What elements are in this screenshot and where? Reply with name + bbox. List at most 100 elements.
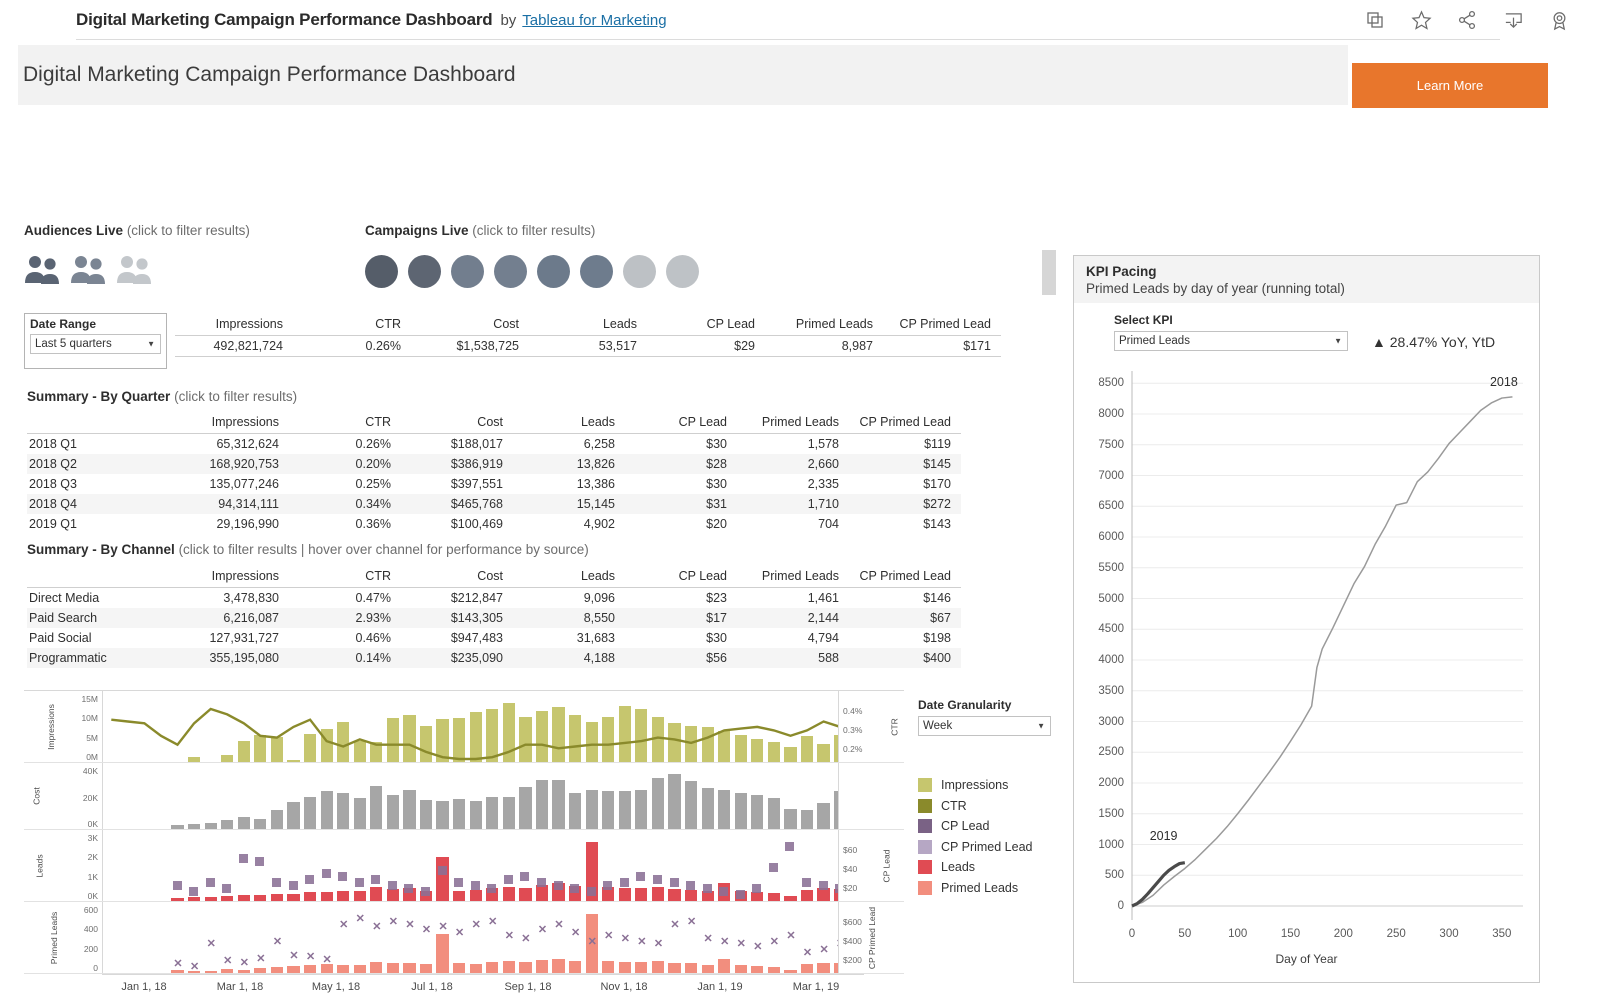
- campaign-circle[interactable]: [408, 255, 441, 288]
- timeseries-panel-primedleads-cpprimed: Primed Leads 0 200 400 600 ✕ ✕ ✕ ✕ ✕ ✕ ✕ ✕ ✕ ✕ ✕ ✕ ✕ ✕ ✕ ✕ ✕ ✕…: [24, 902, 904, 974]
- learn-more-button[interactable]: Learn More: [1352, 63, 1548, 108]
- kpi-pacing-panel: KPI Pacing Primed Leads by day of year (…: [1073, 255, 1540, 983]
- metric-value: 4,794: [807, 631, 839, 645]
- select-kpi-dropdown[interactable]: Primed Leads ▼: [1114, 331, 1348, 351]
- table-row[interactable]: Paid Social 127,931,727 0.46% $947,483 31,68…: [27, 628, 961, 648]
- kpi-pacing-svg[interactable]: [1074, 357, 1541, 972]
- cp-primed-lead-marker: ✕: [736, 938, 746, 951]
- campaign-circle[interactable]: [451, 255, 484, 288]
- table-row[interactable]: 2018 Q2 168,920,753 0.20% $386,919 13,826 $28…: [27, 454, 961, 474]
- legend-item[interactable]: CP Lead: [918, 816, 1033, 837]
- cp-lead-marker: [172, 881, 182, 890]
- campaign-circle[interactable]: [537, 255, 570, 288]
- plot-area[interactable]: [102, 763, 838, 829]
- author-link[interactable]: Tableau for Marketing: [522, 12, 666, 29]
- axis-tick: 6500: [1098, 500, 1124, 513]
- axis-title: Day of Year: [1275, 952, 1338, 966]
- bar: [800, 964, 814, 973]
- metric-value: 0.26%: [355, 437, 391, 451]
- page-title: Digital Marketing Campaign Performance D…: [23, 63, 516, 86]
- campaign-circle[interactable]: [580, 255, 613, 288]
- row-label[interactable]: 2018 Q4: [27, 494, 177, 514]
- table-row[interactable]: Direct Media 3,478,830 0.47% $212,847 9,096 $…: [27, 588, 961, 609]
- legend-item[interactable]: Impressions: [918, 775, 1033, 796]
- metric-value: $145: [923, 457, 951, 471]
- cp-lead-marker: [222, 884, 232, 893]
- audiences-live-filter: [24, 253, 156, 287]
- cp-primed-lead-marker: ✕: [554, 918, 564, 931]
- left-axis: Leads 0K 1K 2K 3K: [24, 830, 102, 901]
- cp-primed-lead-marker: ✕: [289, 949, 299, 962]
- table-header-row: Impressions CTR Cost Leads CP Lead Primed Lea…: [27, 413, 961, 434]
- bar: [817, 888, 830, 901]
- audience-group-icon[interactable]: [116, 253, 156, 287]
- row-label[interactable]: Paid Search: [27, 608, 177, 628]
- legend-label: CP Primed Lead: [941, 839, 1033, 854]
- bar: [784, 808, 797, 829]
- column-header: CP Lead: [625, 413, 737, 434]
- axis-tick: Mar 1, 19: [792, 981, 840, 993]
- table-row[interactable]: 2019 Q1 29,196,990 0.36% $100,469 4,902 $20 70…: [27, 514, 961, 534]
- table-row[interactable]: Programmatic 355,195,080 0.14% $235,090 4,18…: [27, 648, 961, 668]
- vertical-scrollbar[interactable]: [1042, 250, 1056, 295]
- bar: [386, 962, 399, 973]
- metric-value: 8,550: [583, 611, 615, 625]
- row-label[interactable]: 2018 Q1: [27, 434, 177, 455]
- audience-group-icon[interactable]: [70, 253, 110, 287]
- yoy-delta-badge: ▲ 28.47% YoY, YtD: [1372, 334, 1496, 350]
- copy-icon[interactable]: [1364, 9, 1386, 31]
- row-label[interactable]: Paid Social: [27, 628, 177, 648]
- badge-icon[interactable]: [1548, 9, 1570, 31]
- date-granularity-select[interactable]: Week ▼: [918, 716, 1051, 736]
- axis-tick: 2K: [87, 852, 98, 863]
- audiences-live-label: Audiences Live (click to filter results): [24, 223, 250, 238]
- metric-value: 4,902: [583, 517, 615, 531]
- axis-title: Cost: [31, 787, 42, 805]
- share-icon[interactable]: [1456, 9, 1478, 31]
- cp-primed-lead-marker: ✕: [753, 941, 763, 954]
- table-row[interactable]: Paid Search 6,216,087 2.93% $143,305 8,550 $1…: [27, 608, 961, 628]
- cp-lead-marker: [669, 878, 679, 887]
- row-label[interactable]: Programmatic: [27, 648, 177, 668]
- legend-item[interactable]: CTR: [918, 796, 1033, 817]
- audience-group-icon[interactable]: [24, 253, 64, 287]
- bar: [552, 959, 565, 973]
- campaign-circle[interactable]: [365, 255, 398, 288]
- axis-tick: 5M: [86, 732, 98, 743]
- row-label[interactable]: 2018 Q3: [27, 474, 177, 494]
- row-label[interactable]: 2018 Q2: [27, 454, 177, 474]
- metric-value: $146: [923, 591, 951, 605]
- date-range-select[interactable]: Last 5 quarters ▼: [30, 334, 161, 354]
- legend-item[interactable]: Primed Leads: [918, 878, 1033, 899]
- campaign-circle[interactable]: [623, 255, 656, 288]
- bar: [767, 893, 780, 901]
- campaign-circle[interactable]: [494, 255, 527, 288]
- axis-tick: 2000: [1098, 777, 1124, 789]
- table-row[interactable]: 2018 Q1 65,312,624 0.26% $188,017 6,258 $30 1,…: [27, 434, 961, 455]
- plot-area[interactable]: [102, 691, 838, 762]
- star-icon[interactable]: [1410, 9, 1432, 31]
- legend-item[interactable]: Leads: [918, 857, 1033, 878]
- row-label[interactable]: Direct Media: [27, 588, 177, 609]
- date-range-value: Last 5 quarters: [35, 338, 112, 350]
- cp-primed-lead-marker: ✕: [355, 913, 365, 925]
- legend-item[interactable]: CP Primed Lead: [918, 837, 1033, 858]
- cp-lead-marker: [470, 881, 480, 890]
- campaigns-live-hint: (click to filter results): [472, 223, 596, 238]
- row-label[interactable]: 2019 Q1: [27, 514, 177, 534]
- bar: [171, 824, 184, 829]
- bar: [270, 810, 284, 829]
- campaign-circle[interactable]: [666, 255, 699, 288]
- axis-tick: 7000: [1098, 469, 1124, 482]
- bar: [519, 787, 532, 829]
- cp-primed-lead-marker: ✕: [421, 924, 432, 937]
- bar: [668, 962, 681, 973]
- bar: [436, 856, 449, 901]
- table-row[interactable]: 2018 Q3 135,077,246 0.25% $397,551 13,386 $30…: [27, 474, 961, 494]
- cp-lead-marker: [387, 881, 397, 890]
- table-row[interactable]: 2018 Q4 94,314,111 0.34% $465,768 15,145 $31 1…: [27, 494, 961, 514]
- plot-area[interactable]: [102, 830, 838, 901]
- cp-lead-marker: [619, 878, 629, 887]
- plot-area[interactable]: ✕ ✕ ✕ ✕ ✕ ✕ ✕ ✕ ✕ ✕ ✕ ✕ ✕ ✕ ✕ ✕ ✕ ✕ ✕ ✕ ✕ ✕ ✕ ✕ ✕ ✕ ✕ ✕ ✕ ✕ ✕ ✕ ✕ ✕ ✕ ✕ ✕ ✕ ✕ ✕…: [102, 902, 838, 973]
- download-icon[interactable]: [1502, 9, 1524, 31]
